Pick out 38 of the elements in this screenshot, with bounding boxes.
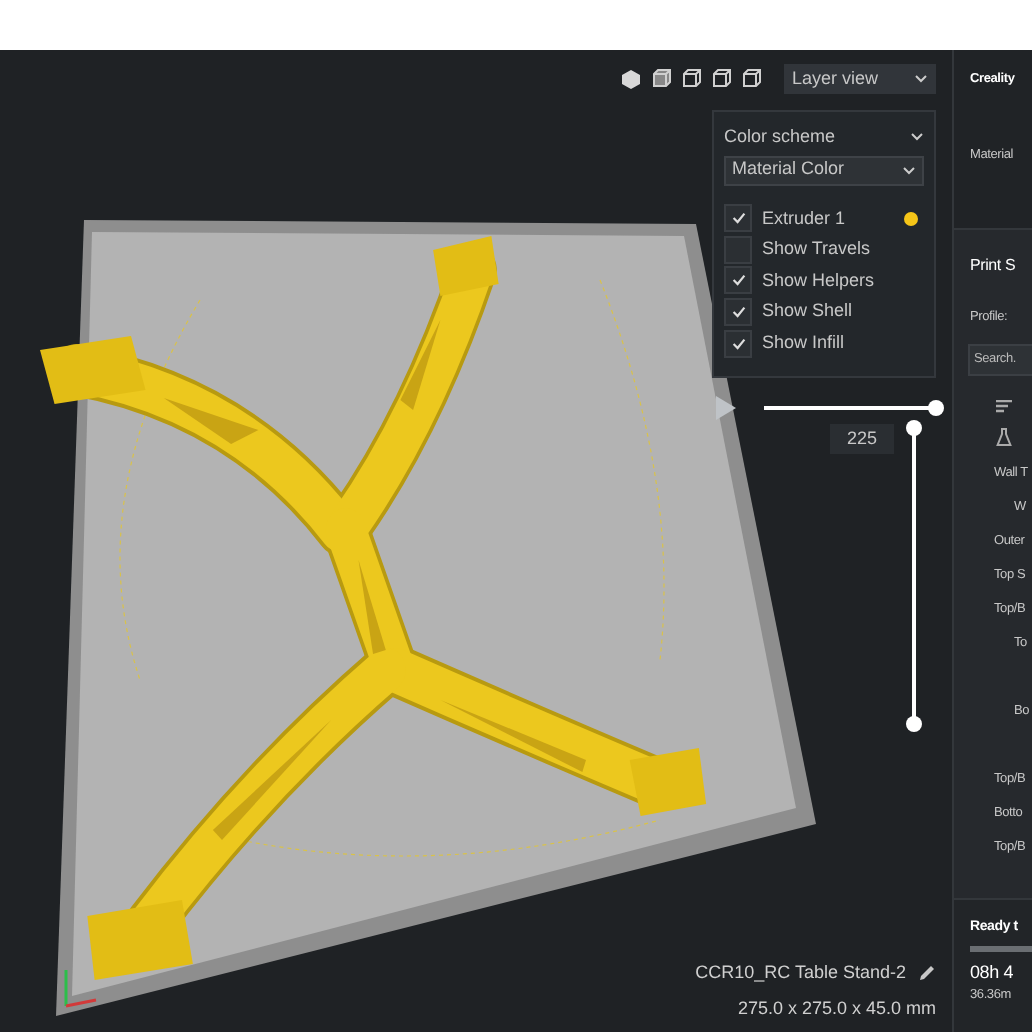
checkbox[interactable]: [724, 266, 752, 295]
option-label: Extruder 1: [762, 205, 848, 232]
option-label: Show Helpers: [762, 267, 877, 294]
object-name: CCR10_RC Table Stand-2: [695, 960, 906, 986]
slider-thumb[interactable]: [906, 420, 922, 436]
layer-number-field[interactable]: 225: [830, 424, 894, 454]
checkbox[interactable]: [724, 235, 752, 264]
object-dimensions: 275.0 x 275.0 x 45.0 mm: [737, 995, 936, 1021]
check-icon: [731, 274, 745, 287]
check-icon: [731, 212, 745, 225]
cube-icon[interactable]: [710, 68, 732, 90]
lines-icon[interactable]: [996, 399, 1012, 414]
checkbox[interactable]: [724, 204, 752, 233]
check-icon: [731, 306, 745, 319]
flask-icon[interactable]: [996, 427, 1012, 446]
print-time: 08h 4: [970, 959, 1014, 985]
chevron-down-icon: [914, 74, 928, 84]
section-title: Print S: [968, 254, 1016, 278]
panel-title: Color scheme: [724, 124, 836, 150]
pencil-icon[interactable]: [918, 964, 936, 983]
scheme-dropdown[interactable]: Material Color: [724, 155, 924, 185]
chevron-down-icon: [910, 132, 924, 143]
cube-icon[interactable]: [740, 68, 762, 90]
axes-icon: [64, 970, 97, 1008]
option-label: Show Travels: [762, 236, 873, 263]
checkbox[interactable]: [724, 329, 752, 358]
option-label: Show Shell: [762, 298, 855, 325]
cube-icon[interactable]: [620, 68, 642, 90]
chevron-down-icon: [902, 165, 916, 175]
play-icon[interactable]: [714, 396, 736, 420]
cube-icon[interactable]: [650, 68, 672, 90]
slider-thumb[interactable]: [928, 400, 944, 416]
checkbox[interactable]: [724, 298, 752, 327]
check-icon: [731, 337, 745, 350]
view-mode-dropdown[interactable]: Layer view: [784, 64, 936, 94]
cube-icon[interactable]: [680, 68, 702, 90]
option-label: Show Infill: [762, 329, 847, 356]
slider-thumb[interactable]: [906, 716, 922, 732]
